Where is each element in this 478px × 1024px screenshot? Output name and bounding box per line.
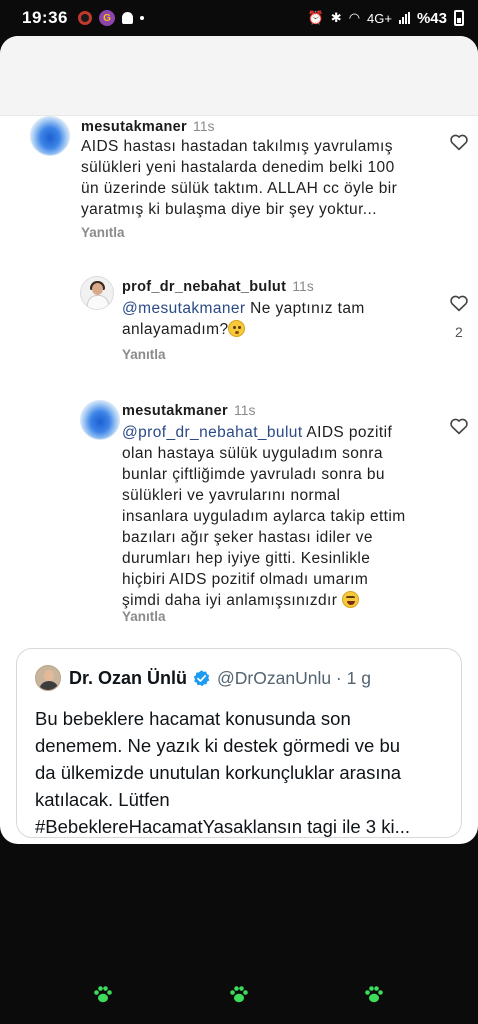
comment-line: sülükleri yeni hastalarda denedim belki … bbox=[81, 159, 395, 176]
mention-link[interactable]: @prof_dr_nebahat_bulut bbox=[122, 424, 303, 441]
heart-icon[interactable] bbox=[449, 417, 469, 435]
reply-button[interactable]: Yanıtla bbox=[122, 347, 166, 362]
comment-header: prof_dr_nebahat_bulut 11s bbox=[122, 276, 314, 295]
like-count: 2 bbox=[455, 324, 463, 340]
comment-line: yaratmış ki bulaşma diye bir şey yoktur.… bbox=[81, 201, 377, 218]
screenshot-card: mesutakmaner 11s AIDS hastası hastadan ta… bbox=[0, 36, 478, 844]
comment-time: 11s bbox=[233, 402, 256, 418]
quoted-tweet[interactable]: Dr. Ozan Ünlü @DrOzanUnlu · 1 g Bu bebek… bbox=[16, 648, 462, 838]
bottom-navigation bbox=[0, 844, 478, 1024]
app-badge-icon: G bbox=[98, 10, 115, 26]
tweet-line: #BebeklereHacamatYasaklansın tagi ile 3 … bbox=[35, 816, 410, 837]
mention-link[interactable]: @mesutakmaner bbox=[122, 300, 245, 317]
tweet-avatar[interactable] bbox=[35, 665, 61, 691]
alarm-icon: ⏰ bbox=[307, 10, 324, 25]
comment-line: şimdi daha iyi anlamışsınızdır bbox=[122, 592, 338, 609]
comment-username[interactable]: mesutakmaner bbox=[122, 403, 228, 419]
app-notification-icon bbox=[77, 11, 92, 25]
system-icons: ⏰ ✱ ◠ 4G+ %43 bbox=[308, 10, 464, 27]
comment-line: durumları hep iyiye gitti. Kesinlikle bbox=[122, 550, 371, 567]
comment-line: insanlara uyguladım aylarca takip ettim bbox=[122, 508, 406, 525]
paw-icon[interactable] bbox=[227, 982, 251, 1006]
reply-button[interactable]: Yanıtla bbox=[122, 609, 166, 624]
comment-line: sülükleri ve yavrularını normal bbox=[122, 487, 341, 504]
comment-line: ün üzerinde sülük taktım. ALLAH cc öyle … bbox=[81, 180, 398, 197]
paw-icon[interactable] bbox=[362, 982, 386, 1006]
clock: 19:36 bbox=[22, 8, 68, 27]
avatar[interactable] bbox=[30, 116, 70, 156]
tweet-author-name[interactable]: Dr. Ozan Ünlü bbox=[69, 668, 187, 689]
comment-line: AIDS hastası hastadan takılmış yavrulamı… bbox=[81, 138, 393, 155]
comment-text: AIDS hastası hastadan takılmış yavrulamı… bbox=[81, 136, 441, 220]
comment-username[interactable]: mesutakmaner bbox=[81, 119, 187, 135]
network-type: 4G+ bbox=[367, 10, 392, 26]
battery-icon bbox=[454, 10, 464, 26]
tweet-text: Bu bebeklere hacamat konusunda son denem… bbox=[35, 705, 455, 840]
tweet-line: Bu bebeklere hacamat konusunda son bbox=[35, 708, 351, 729]
reply-button[interactable]: Yanıtla bbox=[81, 225, 125, 240]
more-notifications-icon bbox=[139, 16, 144, 20]
comment-header: mesutakmaner 11s bbox=[81, 116, 215, 135]
comment-time: 11s bbox=[292, 278, 314, 294]
verified-badge-icon bbox=[193, 669, 210, 686]
comment-line: olan hastaya sülük uyguladım sonra bbox=[122, 445, 383, 462]
paw-icon[interactable] bbox=[91, 982, 115, 1006]
card-header-area bbox=[0, 36, 478, 116]
comment-text: @prof_dr_nebahat_bulut AIDS pozitif olan… bbox=[122, 422, 442, 611]
wifi-icon: ◠ bbox=[348, 10, 361, 25]
comment-line: anlayamadım? bbox=[122, 321, 229, 338]
comment-line: Ne yaptınız tam bbox=[245, 300, 365, 317]
comment-line: AIDS pozitif bbox=[302, 424, 393, 441]
comment-time: 11s bbox=[192, 118, 215, 134]
heart-icon[interactable] bbox=[449, 294, 469, 312]
tweet-header: Dr. Ozan Ünlü @DrOzanUnlu · 1 g bbox=[35, 665, 371, 691]
laughing-face-emoji bbox=[342, 591, 360, 608]
avatar[interactable] bbox=[80, 400, 120, 440]
status-bar: 19:36 G ⏰ ✱ ◠ 4G+ %43 bbox=[0, 0, 478, 36]
comment-text: @mesutakmaner Ne yaptınız tam anlayamadı… bbox=[122, 298, 422, 340]
signal-icon bbox=[398, 12, 410, 24]
bell-icon bbox=[121, 12, 133, 24]
flushed-face-emoji bbox=[228, 320, 246, 337]
tweet-line: katılacak. Lütfen bbox=[35, 789, 170, 810]
comment-header: mesutakmaner 11s bbox=[122, 400, 256, 419]
heart-icon[interactable] bbox=[449, 133, 469, 151]
tweet-handle[interactable]: @DrOzanUnlu · 1 g bbox=[217, 668, 371, 689]
bluetooth-icon: ✱ bbox=[330, 10, 342, 25]
comment-username[interactable]: prof_dr_nebahat_bulut bbox=[122, 279, 286, 295]
avatar[interactable] bbox=[80, 276, 114, 310]
tweet-line: da ülkemizde unutulan korkunçluklar aras… bbox=[35, 762, 402, 783]
comment-line: bunlar çiftliğimde yavruladı sonra bu bbox=[122, 466, 385, 483]
battery-percent: %43 bbox=[416, 9, 447, 27]
tweet-line: denemem. Ne yazık ki destek görmedi ve b… bbox=[35, 735, 401, 756]
comment-line: bazıları ağır şeker hastası idiler ve bbox=[122, 529, 373, 546]
comment-line: hiçbiri AIDS pozitif olmadı umarım bbox=[122, 571, 369, 588]
notification-icons: G bbox=[77, 10, 144, 26]
